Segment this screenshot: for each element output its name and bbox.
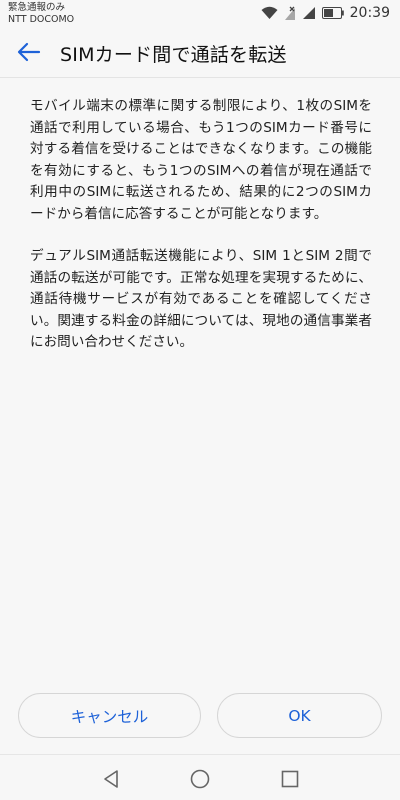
carrier-line1: 緊急通報のみ — [8, 2, 66, 13]
cancel-button[interactable]: キャンセル — [18, 693, 201, 738]
recents-square-icon[interactable] — [278, 767, 302, 791]
app-header: SIMカード間で通話を転送 — [0, 30, 400, 78]
carrier-info: 緊急通報のみ NTT DOCOMO — [8, 2, 74, 26]
page-title: SIMカード間で通話を転送 — [60, 44, 287, 66]
clock: 20:39 — [349, 5, 390, 21]
dialog-buttons: キャンセル OK — [18, 693, 382, 738]
signal-icon — [302, 6, 316, 20]
back-button[interactable] — [6, 31, 52, 77]
back-triangle-icon[interactable] — [99, 767, 123, 791]
battery-icon — [321, 7, 344, 19]
carrier-line2: NTT DOCOMO — [8, 14, 75, 25]
ok-button[interactable]: OK — [217, 693, 382, 738]
navigation-bar — [0, 754, 400, 800]
no-sim-icon — [284, 6, 296, 21]
description-paragraph-1: モバイル端末の標準に関する制限により、1枚のSIMを通話で利用している場合、もう… — [30, 98, 372, 222]
description: モバイル端末の標準に関する制限により、1枚のSIMを通話で利用している場合、もう… — [30, 96, 372, 375]
arrow-left-icon — [17, 42, 41, 66]
status-icons: 20:39 — [261, 5, 390, 21]
wifi-icon — [261, 6, 278, 20]
home-circle-icon[interactable] — [188, 767, 212, 791]
description-paragraph-2: デュアルSIM通話転送機能により、SIM 1とSIM 2間で通話の転送が可能です… — [30, 248, 372, 350]
status-bar: 緊急通報のみ NTT DOCOMO 20:39 — [0, 0, 400, 30]
